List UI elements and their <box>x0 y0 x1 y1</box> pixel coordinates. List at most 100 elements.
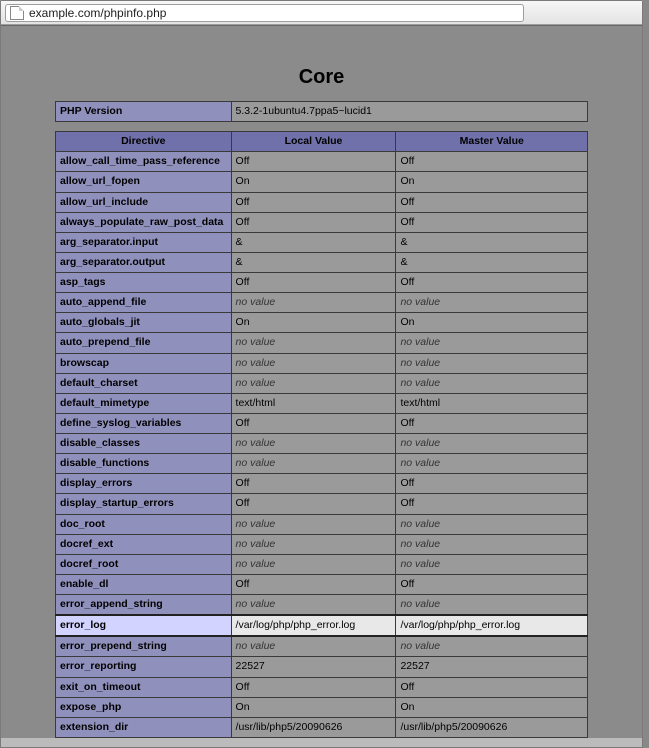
directive-cell: asp_tags <box>56 273 232 293</box>
local-value-cell: Off <box>231 494 396 514</box>
directive-cell: enable_dl <box>56 574 232 594</box>
master-value-cell: no value <box>396 514 588 534</box>
page-viewport: Core PHP Version 5.3.2-1ubuntu4.7ppa5~lu… <box>1 25 642 738</box>
directive-cell: always_populate_raw_post_data <box>56 212 232 232</box>
table-row: display_startup_errorsOffOff <box>56 494 588 514</box>
directive-cell: allow_url_include <box>56 192 232 212</box>
local-value-cell: & <box>231 232 396 252</box>
directive-cell: arg_separator.input <box>56 232 232 252</box>
master-value-cell: Off <box>396 413 588 433</box>
directives-table: Directive Local Value Master Value allow… <box>55 131 588 738</box>
local-value-cell: Off <box>231 152 396 172</box>
header-master: Master Value <box>396 132 588 152</box>
local-value-cell: & <box>231 252 396 272</box>
table-row: error_reporting2252722527 <box>56 657 588 677</box>
table-row: display_errorsOffOff <box>56 474 588 494</box>
local-value-cell: no value <box>231 353 396 373</box>
local-value-cell: Off <box>231 413 396 433</box>
header-directive: Directive <box>56 132 232 152</box>
master-value-cell: Off <box>396 494 588 514</box>
local-value-cell: Off <box>231 273 396 293</box>
local-value-cell: no value <box>231 434 396 454</box>
directive-cell: default_charset <box>56 373 232 393</box>
master-value-cell: Off <box>396 474 588 494</box>
table-row: auto_prepend_fileno valueno value <box>56 333 588 353</box>
table-row: arg_separator.output&& <box>56 252 588 272</box>
table-row: asp_tagsOffOff <box>56 273 588 293</box>
master-value-cell: 22527 <box>396 657 588 677</box>
master-value-cell: no value <box>396 454 588 474</box>
master-value-cell: On <box>396 697 588 717</box>
table-row: browscapno valueno value <box>56 353 588 373</box>
directive-cell: allow_url_fopen <box>56 172 232 192</box>
version-value: 5.3.2-1ubuntu4.7ppa5~lucid1 <box>231 102 587 122</box>
master-value-cell: Off <box>396 152 588 172</box>
directive-cell: docref_root <box>56 554 232 574</box>
url-text: example.com/phpinfo.php <box>29 6 166 20</box>
directive-cell: error_prepend_string <box>56 636 232 657</box>
master-value-cell: Off <box>396 212 588 232</box>
master-value-cell: no value <box>396 554 588 574</box>
local-value-cell: no value <box>231 636 396 657</box>
master-value-cell: Off <box>396 677 588 697</box>
local-value-cell: no value <box>231 514 396 534</box>
table-row: expose_phpOnOn <box>56 697 588 717</box>
directive-cell: auto_prepend_file <box>56 333 232 353</box>
directive-cell: auto_globals_jit <box>56 313 232 333</box>
directive-cell: exit_on_timeout <box>56 677 232 697</box>
directive-cell: define_syslog_variables <box>56 413 232 433</box>
directive-cell: extension_dir <box>56 717 232 737</box>
table-row: auto_globals_jitOnOn <box>56 313 588 333</box>
table-row: always_populate_raw_post_dataOffOff <box>56 212 588 232</box>
php-version-table: PHP Version 5.3.2-1ubuntu4.7ppa5~lucid1 <box>55 101 588 122</box>
table-row: disable_functionsno valueno value <box>56 454 588 474</box>
url-field[interactable]: example.com/phpinfo.php <box>5 4 524 22</box>
table-row: error_prepend_stringno valueno value <box>56 636 588 657</box>
master-value-cell: & <box>396 232 588 252</box>
master-value-cell: no value <box>396 636 588 657</box>
local-value-cell: /var/log/php/php_error.log <box>231 615 396 636</box>
local-value-cell: Off <box>231 474 396 494</box>
master-value-cell: no value <box>396 353 588 373</box>
local-value-cell: On <box>231 313 396 333</box>
table-header-row: Directive Local Value Master Value <box>56 132 588 152</box>
master-value-cell: On <box>396 172 588 192</box>
table-row: exit_on_timeoutOffOff <box>56 677 588 697</box>
table-row: PHP Version 5.3.2-1ubuntu4.7ppa5~lucid1 <box>56 102 588 122</box>
directive-cell: docref_ext <box>56 534 232 554</box>
table-row: auto_append_fileno valueno value <box>56 293 588 313</box>
version-label: PHP Version <box>56 102 232 122</box>
directive-cell: error_reporting <box>56 657 232 677</box>
table-row: define_syslog_variablesOffOff <box>56 413 588 433</box>
local-value-cell: On <box>231 172 396 192</box>
table-row: enable_dlOffOff <box>56 574 588 594</box>
table-row: disable_classesno valueno value <box>56 434 588 454</box>
master-value-cell: text/html <box>396 393 588 413</box>
table-row: default_charsetno valueno value <box>56 373 588 393</box>
master-value-cell: /usr/lib/php5/20090626 <box>396 717 588 737</box>
table-row: docref_rootno valueno value <box>56 554 588 574</box>
table-row: default_mimetypetext/htmltext/html <box>56 393 588 413</box>
local-value-cell: no value <box>231 595 396 616</box>
local-value-cell: no value <box>231 373 396 393</box>
local-value-cell: Off <box>231 677 396 697</box>
browser-window: example.com/phpinfo.php Core PHP Version… <box>0 0 643 748</box>
table-row: allow_url_includeOffOff <box>56 192 588 212</box>
master-value-cell: Off <box>396 192 588 212</box>
directive-cell: default_mimetype <box>56 393 232 413</box>
local-value-cell: /usr/lib/php5/20090626 <box>231 717 396 737</box>
table-row: extension_dir/usr/lib/php5/20090626/usr/… <box>56 717 588 737</box>
directive-cell: auto_append_file <box>56 293 232 313</box>
directive-cell: expose_php <box>56 697 232 717</box>
table-row: docref_extno valueno value <box>56 534 588 554</box>
local-value-cell: Off <box>231 212 396 232</box>
local-value-cell: no value <box>231 554 396 574</box>
address-bar: example.com/phpinfo.php <box>1 1 642 25</box>
master-value-cell: Off <box>396 273 588 293</box>
table-row: allow_call_time_pass_referenceOffOff <box>56 152 588 172</box>
local-value-cell: text/html <box>231 393 396 413</box>
directive-cell: display_errors <box>56 474 232 494</box>
local-value-cell: no value <box>231 293 396 313</box>
master-value-cell: no value <box>396 534 588 554</box>
directive-cell: disable_classes <box>56 434 232 454</box>
